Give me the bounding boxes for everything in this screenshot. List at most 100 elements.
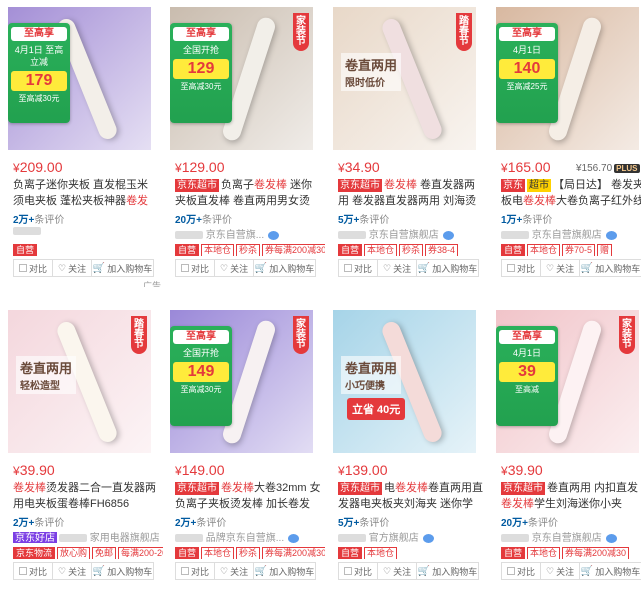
follow-button[interactable]: ♡ 关注 [53,563,93,579]
product-card[interactable]: 踏春节卷直两用 限时低价 ¥34.90 京东超市 卷发棒 卷直发器两用 卷发器直发器两用… [333,7,488,287]
promo-tag: 本地仓 [201,244,235,256]
shop-tag: 京东 [501,179,525,192]
promo-tag: 秒杀 [399,244,424,256]
follow-button[interactable]: ♡ 关注 [541,563,581,579]
compare-button[interactable]: 对比 [339,260,379,276]
tag-row: 自营 [13,242,39,256]
add-to-cart-button[interactable]: 🛒 加入购物车 [417,260,478,276]
price: ¥34.90 [338,159,380,175]
cart-icon: 🛒 [254,565,268,577]
compare-button[interactable]: 对比 [502,260,542,276]
tag-row: 自营 本地仓 秒杀 券每满200减30 [175,545,325,559]
shop-tag: 京东超市 [338,482,382,495]
product-title[interactable]: 京东超市【局日达】 卷发夹板电卷发棒大卷负离子红外线护发蛋卷 [501,177,641,209]
cart-icon: 🛒 [92,565,106,577]
compare-button[interactable]: 对比 [339,563,379,579]
heart-icon: ♡ [546,262,555,273]
chat-icon[interactable] [442,230,454,240]
add-to-cart-button[interactable]: 🛒 加入购物车 [92,260,153,276]
product-title[interactable]: 京东超市 卷直两用 内扣直发卷发棒学生刘海迷你小夹 [501,480,641,512]
product-card[interactable]: 至高享 4月1日 至高立减 179 至高减30元 ¥209.00 负离子迷你夹板 直发棍玉… [8,7,163,287]
shop-name[interactable]: 官方旗舰店 [338,529,484,543]
product-card[interactable]: 家装节 至高享 全国开抢 149 至高减30元 ¥149.00 京东超市 卷发棒大卷32mm … [170,310,325,590]
product-image[interactable]: 家装节 至高享 全国开抢 129 至高减30元 [170,7,313,150]
add-to-cart-button[interactable]: 🛒 加入购物车 [580,260,641,276]
comment-count[interactable]: 1万+条评价 [501,211,552,226]
product-card[interactable]: 家装节 至高享 全国开抢 129 至高减30元 ¥129.00 京东超市 负离子卷发棒 迷你夹… [170,7,325,287]
promo-tag: 自营 [13,244,38,256]
action-bar: 对比 ♡ 关注 🛒 加入购物车 [13,259,154,277]
action-bar: 对比 ♡ 关注 🛒 加入购物车 [338,562,479,580]
add-to-cart-button[interactable]: 🛒 加入购物车 [254,260,315,276]
compare-button[interactable]: 对比 [14,260,54,276]
product-image[interactable]: 至高享 4月1日 140 至高减25元 [496,7,639,150]
shop-name[interactable] [13,226,159,240]
comment-count[interactable]: 2万+条评价 [175,514,226,529]
compare-button[interactable]: 对比 [14,563,54,579]
product-image[interactable]: 家装节 至高享 全国开抢 149 至高减30元 [170,310,313,453]
comment-count[interactable]: 5万+条评价 [338,514,389,529]
promo-tag: 自营 [501,244,526,256]
shop-tag: 京东超市 [175,179,219,192]
chat-icon[interactable] [288,533,300,543]
coupon-tag: 立省 40元 [347,398,406,420]
comment-count[interactable]: 20万+条评价 [175,211,232,226]
add-to-cart-button[interactable]: 🛒 加入购物车 [417,563,478,579]
product-title[interactable]: 京东超市负离子卷发棒 迷你夹板直发棒 卷直两用男女烫发棒 电卷发器 防烫 [175,177,321,209]
heart-icon: ♡ [220,565,229,576]
follow-button[interactable]: ♡ 关注 [378,260,418,276]
product-image[interactable]: 卷直两用 小巧便携 立省 40元 [333,310,476,453]
follow-button[interactable]: ♡ 关注 [378,563,418,579]
compare-button[interactable]: 对比 [176,563,216,579]
product-title[interactable]: 京东超市卷发棒大卷32mm 女负离子夹板烫发棒 加长卷发器 镭物面白陶瓷 [175,480,321,512]
comment-count[interactable]: 20万+条评价 [501,514,558,529]
follow-button[interactable]: ♡ 关注 [215,260,255,276]
festival-ribbon: 家装节 [619,316,635,354]
follow-button[interactable]: ♡ 关注 [541,260,581,276]
promo-tag: 放心购 [57,547,91,559]
ad-label: 广告 [143,281,162,287]
product-card[interactable]: 卷直两用 小巧便携 立省 40元 ¥139.00 京东超市 电卷发棒卷直两用直发器电夹板夹… [333,310,488,590]
shop-name[interactable]: 京东自营旗舰店 [501,226,641,240]
action-bar: 对比 ♡ 关注 🛒 加入购物车 [501,259,641,277]
heart-icon: ♡ [58,565,67,576]
product-image[interactable]: 踏春节卷直两用 轻松造型 [8,310,151,453]
comment-count[interactable]: 2万+条评价 [13,211,64,226]
promo-tag: 京东物流 [13,547,56,559]
add-to-cart-button[interactable]: 🛒 加入购物车 [580,563,641,579]
shop-name[interactable]: 京东自营旗舰店 [501,529,641,543]
festival-ribbon: 家装节 [293,316,309,354]
price: ¥39.90 [13,462,55,478]
compare-button[interactable]: 对比 [502,563,542,579]
promo-tag: 秒杀 [236,547,261,559]
promo-tag: 本地仓 [527,547,561,559]
chat-icon[interactable] [268,230,280,240]
comment-count[interactable]: 2万+条评价 [13,514,64,529]
shop-name[interactable]: 品牌京东自营旗... [175,529,321,543]
product-card[interactable]: 至高享 4月1日 140 至高减25元 ¥165.00 ¥156.70 PLUS 京东 超市 【局… [496,7,641,287]
product-card[interactable]: 家装节 至高享 4月1日 39 至高减 ¥39.90 京东超市 卷直两用 内扣直发卷发棒学生刘… [496,310,641,590]
chat-icon[interactable] [422,533,434,543]
product-title[interactable]: 负离子迷你夹板 直发棍玉米须电夹板 蓬松夹板神器卷发棒两用 [13,177,159,209]
price: ¥209.00 [13,159,63,175]
product-title[interactable]: 京东超市 电卷发棒卷直两用直发器电夹板夹刘海夹 迷你学 [338,480,484,512]
shop-name[interactable]: 京东自营旗舰店 [338,226,484,240]
shop-name[interactable]: 京东自营旗... [175,226,321,240]
tag-row: 自营 本地仓 券70-5 赠 [501,242,614,256]
chat-icon[interactable] [605,533,617,543]
shop-name[interactable]: 京东好店 家用电器旗舰店 [13,529,159,543]
follow-button[interactable]: ♡ 关注 [53,260,93,276]
comment-count[interactable]: 5万+条评价 [338,211,389,226]
product-image[interactable]: 至高享 4月1日 至高立减 179 至高减30元 [8,7,151,150]
add-to-cart-button[interactable]: 🛒 加入购物车 [254,563,315,579]
product-title[interactable]: 京东超市卷发棒 卷直发器两用 卷发器直发器两用 刘海烫发 [338,177,484,209]
compare-button[interactable]: 对比 [176,260,216,276]
follow-button[interactable]: ♡ 关注 [215,563,255,579]
product-title[interactable]: 卷发棒烫发器二合一直发器两用电夹板蛋卷棒FH6856 FH6856【女 [13,480,159,512]
product-card[interactable]: 踏春节卷直两用 轻松造型 ¥39.90 卷发棒烫发器二合一直发器两用电夹板蛋卷棒FH6… [8,310,163,590]
chat-icon[interactable] [605,230,617,240]
promo-tag: 券每满200减30 [262,547,325,559]
product-image[interactable]: 踏春节卷直两用 限时低价 [333,7,476,150]
add-to-cart-button[interactable]: 🛒 加入购物车 [92,563,153,579]
product-image[interactable]: 家装节 至高享 4月1日 39 至高减 [496,310,639,453]
